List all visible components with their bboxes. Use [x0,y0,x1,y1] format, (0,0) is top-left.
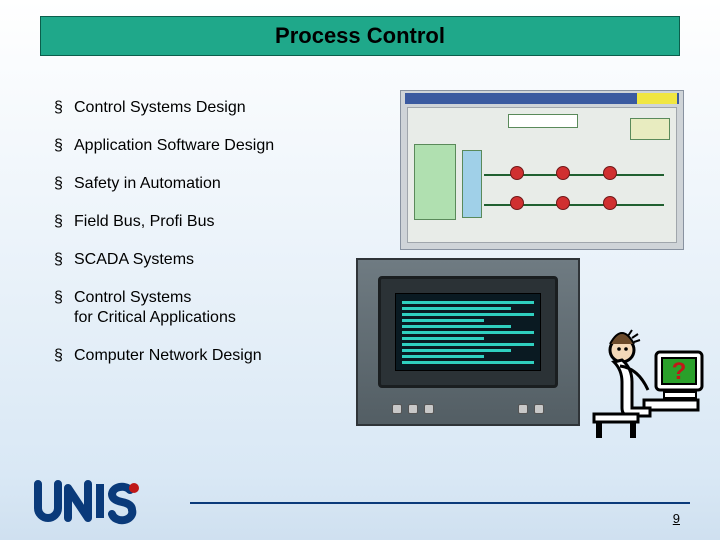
slide-title: Process Control [275,23,445,49]
list-item: SCADA Systems [54,250,364,270]
scada-valve [603,196,617,210]
footer-divider [190,502,690,504]
list-item: Computer Network Design [54,346,364,366]
bullet-list: Control Systems Design Application Softw… [54,98,364,384]
scada-valve [556,196,570,210]
unis-logo [34,478,154,526]
scada-diagram-image [400,90,684,250]
list-item: Control Systems Design [54,98,364,118]
panel-button [408,404,418,414]
panel-button [518,404,528,414]
panel-frame [378,276,558,388]
scada-valve [510,196,524,210]
question-mark-icon: ? [672,358,687,385]
list-item: Safety in Automation [54,174,364,194]
panel-button [424,404,434,414]
slide: Process Control Control Systems Design A… [0,0,720,540]
scada-block [414,144,456,220]
slide-title-bar: Process Control [40,16,680,56]
page-number: 9 [673,511,680,526]
confused-user-clipart: ? [586,322,710,442]
scada-canvas [407,107,677,243]
panel-button [534,404,544,414]
panel-button [392,404,402,414]
scada-block [462,150,482,218]
list-item: Control Systems for Critical Application… [54,288,364,328]
scada-panel [630,118,670,140]
scada-tag [637,93,677,104]
scada-label [508,114,578,128]
list-item: Field Bus, Profi Bus [54,212,364,232]
scada-valve [603,166,617,180]
panel-crt-screen [395,293,541,371]
scada-valve [510,166,524,180]
scada-valve [556,166,570,180]
control-panel-image [356,258,580,426]
list-item: Application Software Design [54,136,364,156]
